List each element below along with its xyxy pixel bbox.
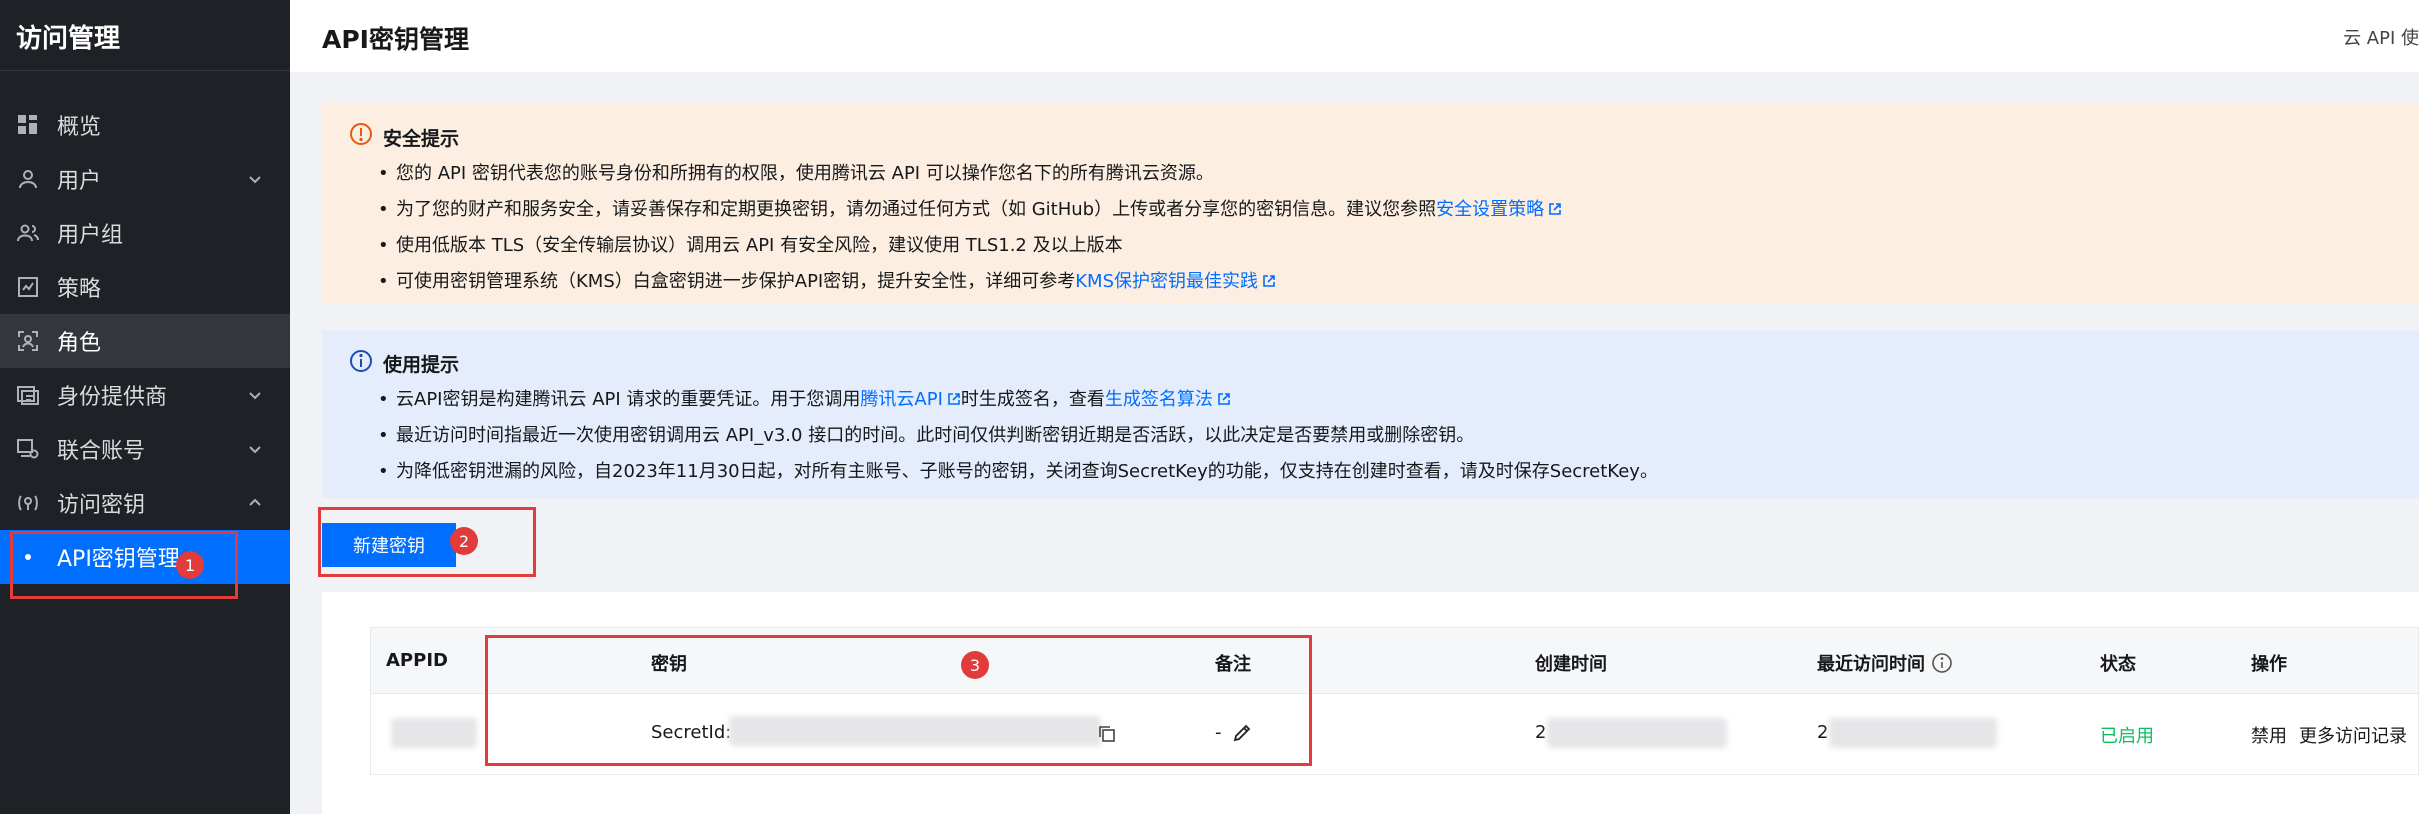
warning-icon <box>350 123 372 145</box>
sidebar-item-roles[interactable]: 角色 <box>0 314 290 368</box>
sidebar-item-label: 用户 <box>57 169 102 194</box>
annotation-box-2 <box>318 507 536 577</box>
annotation-badge-1: 1 <box>176 551 204 579</box>
created-time-prefix: 2 <box>1535 722 1547 743</box>
security-notice-line: • 您的 API 密钥代表您的账号身份和所拥有的权限，使用腾讯云 API 可以操作… <box>378 163 1214 184</box>
page-header: API密钥管理 云 API 使 <box>290 0 2419 72</box>
sidebar-item-label: 角色 <box>57 331 102 356</box>
sidebar-item-label: 策略 <box>57 277 102 302</box>
disable-key-link[interactable]: 禁用 <box>2251 722 2287 748</box>
security-notice-line: • 可使用密钥管理系统（KMS）白盒密钥进一步保护API密钥，提升安全性，详细可参… <box>378 267 1276 293</box>
user-group-icon <box>15 220 41 246</box>
usage-notice: 使用提示 • 云API密钥是构建腾讯云 API 请求的重要凭证。用于您调用腾讯云A… <box>322 330 2419 498</box>
role-icon <box>15 328 41 354</box>
annotation-badge-3: 3 <box>961 651 989 679</box>
page-title: API密钥管理 <box>322 25 469 54</box>
column-header-status: 状态 <box>2100 654 2136 675</box>
chevron-down-icon <box>249 176 261 184</box>
sidebar-item-label: 用户组 <box>57 223 124 248</box>
key-icon <box>15 490 41 516</box>
security-settings-link[interactable]: 安全设置策略 <box>1436 199 1544 220</box>
chevron-up-icon <box>249 498 261 506</box>
kms-best-practice-link[interactable]: KMS保护密钥最佳实践 <box>1075 271 1258 292</box>
sidebar-item-label: 概览 <box>57 115 102 140</box>
security-notice-line: • 使用低版本 TLS（安全传输层协议）调用云 API 有安全风险，建议使用 TL… <box>378 235 1123 256</box>
usage-notice-line: • 最近访问时间指最近一次使用密钥调用云 API_v3.0 接口的时间。此时间仅供… <box>378 425 1475 446</box>
status-badge: 已启用 <box>2100 726 2154 747</box>
annotation-box-3 <box>485 635 1312 766</box>
external-link-icon <box>1263 275 1275 287</box>
external-link-icon <box>1549 203 1561 215</box>
signature-algorithm-link[interactable]: 生成签名算法 <box>1105 389 1213 410</box>
sidebar-item-user-groups[interactable]: 用户组 <box>0 206 290 260</box>
external-link-icon <box>1218 393 1230 405</box>
sidebar-item-label: 联合账号 <box>57 439 146 464</box>
chevron-down-icon <box>249 392 261 400</box>
column-header-appid: APPID <box>386 650 448 671</box>
grid-icon <box>15 112 41 138</box>
usage-notice-line: • 为降低密钥泄漏的风险，自2023年11月30日起，对所有主账号、子账号的密钥，… <box>378 461 1658 482</box>
column-header-last-access: 最近访问时间 <box>1817 650 1953 676</box>
usage-notice-line: • 云API密钥是构建腾讯云 API 请求的重要凭证。用于您调用腾讯云API 时生成… <box>378 385 1231 411</box>
created-time-masked <box>1547 718 1727 748</box>
sidebar-item-policies[interactable]: 策略 <box>0 260 290 314</box>
security-notice-line: • 为了您的财产和服务安全，请妥善保存和定期更换密钥，请勿通过任何方式（如 Git… <box>378 195 1562 221</box>
more-access-records-link[interactable]: 更多访问记录 <box>2299 722 2407 748</box>
sidebar-item-overview[interactable]: 概览 <box>0 98 290 152</box>
annotation-badge-2: 2 <box>450 527 478 555</box>
sidebar-item-federated-accounts[interactable]: 联合账号 <box>0 422 290 476</box>
tencent-cloud-api-link[interactable]: 腾讯云API <box>860 389 942 410</box>
security-notice: 安全提示 • 您的 API 密钥代表您的账号身份和所拥有的权限，使用腾讯云 API… <box>322 103 2419 303</box>
sidebar-item-label: 身份提供商 <box>57 385 168 410</box>
identity-provider-icon <box>15 382 41 408</box>
policy-icon <box>15 274 41 300</box>
last-access-masked <box>1829 718 1997 748</box>
sidebar-item-users[interactable]: 用户 <box>0 152 290 206</box>
sidebar-divider <box>0 70 290 71</box>
last-access-prefix: 2 <box>1817 722 1829 743</box>
column-header-created: 创建时间 <box>1535 654 1607 675</box>
user-icon <box>15 166 41 192</box>
sidebar: 访问管理 概览 用户 用户组 策略 角色 身份提供商 联合账号 访问密钥 API… <box>0 0 290 814</box>
security-notice-title: 安全提示 <box>383 128 460 150</box>
external-link-icon <box>948 393 960 405</box>
sidebar-item-label: 访问密钥 <box>57 493 146 518</box>
sidebar-item-identity-providers[interactable]: 身份提供商 <box>0 368 290 422</box>
info-icon[interactable] <box>1931 652 1953 674</box>
federated-account-icon <box>15 436 41 462</box>
sidebar-item-access-keys[interactable]: 访问密钥 <box>0 476 290 530</box>
sidebar-title: 访问管理 <box>16 24 121 54</box>
usage-notice-title: 使用提示 <box>383 354 460 376</box>
column-header-actions: 操作 <box>2251 654 2287 675</box>
appid-value-masked <box>391 718 477 748</box>
header-right-link[interactable]: 云 API 使 <box>2343 24 2419 50</box>
info-icon <box>350 350 372 372</box>
chevron-down-icon <box>249 446 261 454</box>
